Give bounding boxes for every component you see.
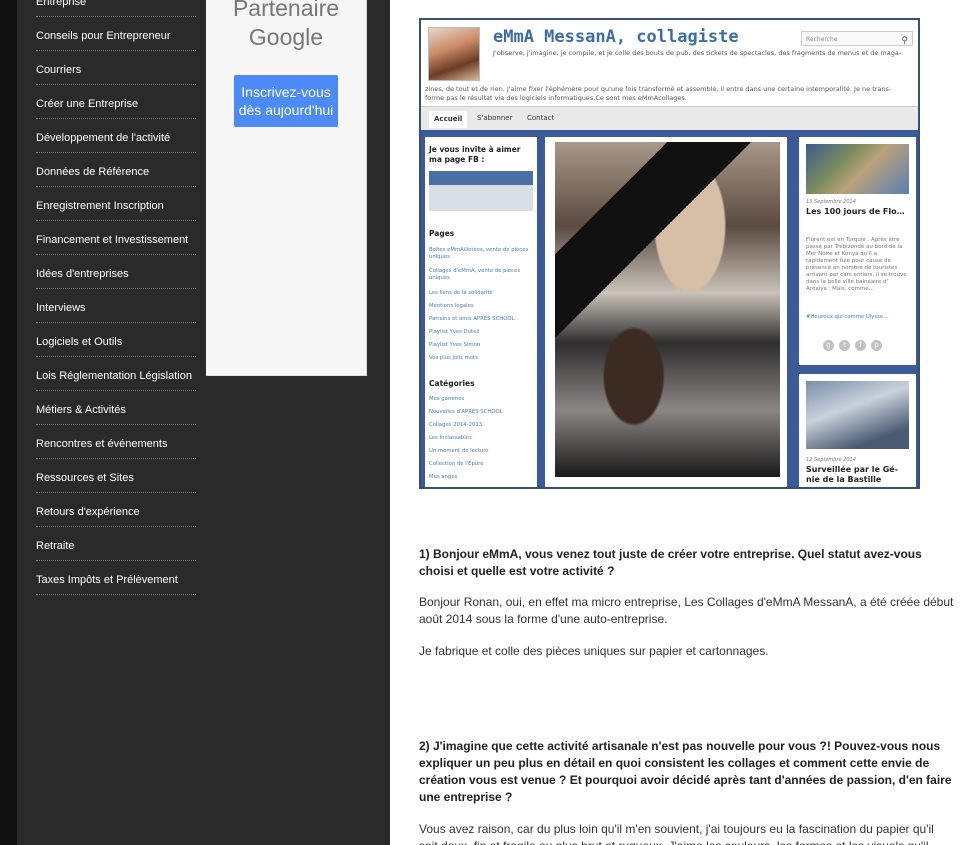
- post-date: 12 Septembre 2014: [806, 457, 856, 463]
- page-link: Boîtes eMmAillotées, vente de pièces uni…: [429, 247, 529, 260]
- category-link[interactable]: Idées d'entreprises: [36, 255, 196, 289]
- article-content: eMmA MessanA, collagiste J'observe, j'im…: [390, 0, 967, 845]
- category-link[interactable]: Lois Réglementation Législation: [36, 357, 196, 391]
- blog-nav: Accueil S'abonner Contact: [421, 106, 918, 131]
- category-list: Entreprise Conseils pour Entrepreneur Co…: [36, 0, 196, 595]
- category-link[interactable]: Retours d'expérience: [36, 493, 196, 527]
- signup-button[interactable]: Inscrivez-vous dès aujourd'hui: [234, 75, 338, 127]
- category-link[interactable]: Données de Référence: [36, 153, 196, 187]
- ad-title: Partenaire Google: [232, 0, 340, 50]
- question-2: 2) J'imagine que cette activité artisana…: [419, 739, 952, 804]
- category-link[interactable]: Conseils pour Entrepreneur: [36, 17, 196, 51]
- answer-1-paragraph-1: Bonjour Ronan, oui, en effet ma micro en…: [419, 595, 954, 626]
- question-1: 1) Bonjour eMmA, vous venez tout juste d…: [419, 547, 922, 578]
- nav-sabonner: S'abonner: [477, 114, 513, 122]
- blog-tagline: J'observe, j'imagine, je compile, et je …: [493, 49, 902, 57]
- category-link: Nouvelles d'APRES SCHOOL: [429, 409, 503, 415]
- category-link: Collages 2014-2013: [429, 422, 483, 428]
- page-link: Playlist Yves Duteil: [429, 329, 480, 335]
- category-link[interactable]: Taxes Impôts et Prélèvement: [36, 561, 196, 595]
- page-link: Vos plus jolis mots: [429, 355, 478, 361]
- google-partner-ad: Partenaire Google Inscrivez-vous dès auj…: [206, 0, 367, 376]
- post-image: [806, 144, 909, 194]
- fb-invite-heading: Je vous invite à aimer ma page FB :: [429, 145, 521, 164]
- page-link: Playlist Yves Simon: [429, 342, 481, 348]
- page-link: Parrains et amis APRES SCHOOL: [429, 316, 515, 322]
- nav-accueil: Accueil: [429, 111, 468, 128]
- post-title: Surveillée par le Gé- nie de la Bastille: [806, 465, 899, 484]
- nav-contact: Contact: [527, 114, 555, 122]
- facebook-icon: f: [855, 340, 866, 351]
- blog-search-input: Recherche ⚲: [801, 31, 913, 46]
- twitter-icon: t: [839, 340, 850, 351]
- category-link[interactable]: Courriers: [36, 51, 196, 85]
- category-link: Mes anges: [429, 474, 458, 480]
- category-link[interactable]: Rencontres et événements: [36, 425, 196, 459]
- categories-heading: Catégories: [429, 379, 475, 388]
- magnifier-icon: ⚲: [901, 36, 908, 46]
- category-link[interactable]: Interviews: [36, 289, 196, 323]
- category-sidebar: Entreprise Conseils pour Entrepreneur Co…: [0, 0, 390, 845]
- page-link: Les liens de la solidarité: [429, 290, 493, 296]
- blog-tagline-continued: zines, de tout et de rien. J'aime fixer …: [425, 85, 892, 102]
- category-link[interactable]: Enregistrement Inscription: [36, 187, 196, 221]
- page-link: Collages d'eMmA, vente de pièces uniques: [429, 268, 521, 281]
- blog-screenshot: eMmA MessanA, collagiste J'observe, j'im…: [419, 18, 920, 489]
- post-tag-link: #Heureux qui comme Ulysse…: [806, 314, 889, 320]
- category-link[interactable]: Métiers & Activités: [36, 391, 196, 425]
- category-link[interactable]: Créer une Entreprise: [36, 85, 196, 119]
- blog-body: Je vous invite à aimer ma page FB : Page…: [421, 130, 918, 487]
- blog-post-card: 13 Septembre 2014 Les 100 jours de Flo… …: [799, 137, 916, 365]
- google-plus-icon: g: [823, 340, 834, 351]
- category-link: Mes gammes: [429, 396, 465, 402]
- pinterest-icon: p: [871, 340, 882, 351]
- category-link[interactable]: Logiciels et Outils: [36, 323, 196, 357]
- blog-center-column: [545, 137, 787, 487]
- category-link[interactable]: Retraite: [36, 527, 196, 561]
- category-link[interactable]: Financement et Investissement: [36, 221, 196, 255]
- answer-1-paragraph-2: Je fabrique et colle des pièces uniques …: [419, 644, 769, 658]
- search-placeholder: Recherche: [806, 36, 838, 43]
- post-date: 13 Septembre 2014: [806, 199, 856, 205]
- category-link[interactable]: Entreprise: [36, 0, 196, 17]
- blog-post-card: 12 Septembre 2014 Surveillée par le Gé- …: [799, 374, 916, 487]
- category-link: Collection de l'Epure: [429, 461, 484, 467]
- page-link: Mentions légales: [429, 303, 474, 309]
- post-title: Les 100 jours de Flo…: [806, 207, 905, 216]
- sidebar-edge: [0, 0, 17, 845]
- blog-left-column: Je vous invite à aimer ma page FB : Page…: [425, 137, 537, 487]
- category-link: Les Inclassables: [429, 435, 472, 441]
- author-photo: [428, 27, 480, 81]
- collage-image: [555, 142, 780, 477]
- fb-page-thumbnail: [429, 171, 533, 211]
- category-link[interactable]: Développement de l'activité: [36, 119, 196, 153]
- post-excerpt: Florent est en Turquie . Après être pass…: [806, 237, 907, 292]
- pages-heading: Pages: [429, 229, 455, 238]
- post-image: [806, 381, 909, 449]
- blog-title: eMmA MessanA, collagiste: [493, 27, 739, 47]
- category-link[interactable]: Ressources et Sites: [36, 459, 196, 493]
- answer-2-paragraph-1: Vous avez raison, car du plus loin qu'il…: [419, 822, 934, 845]
- category-link: Un moment de lecture: [429, 448, 489, 454]
